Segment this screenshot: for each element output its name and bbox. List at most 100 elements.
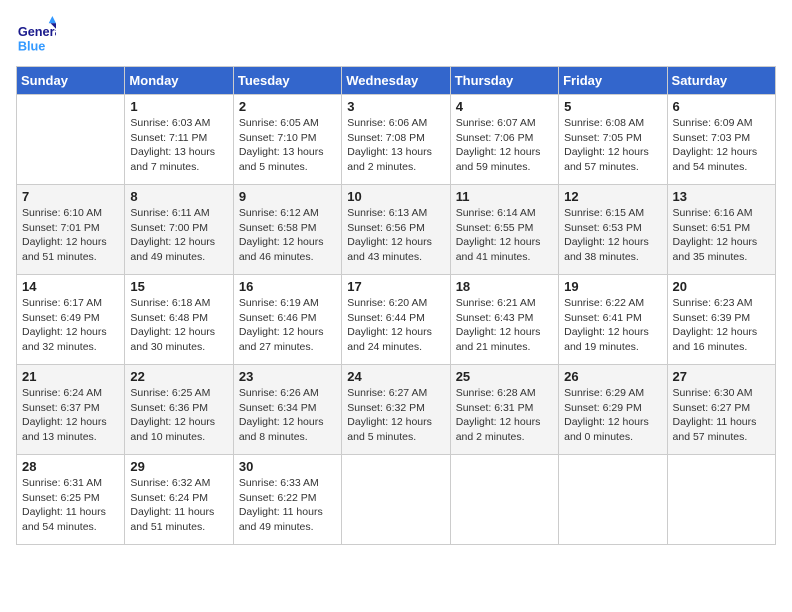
day-number: 7 (22, 189, 119, 204)
day-info: Sunrise: 6:29 AM Sunset: 6:29 PM Dayligh… (564, 386, 661, 445)
day-number: 14 (22, 279, 119, 294)
day-number: 30 (239, 459, 336, 474)
day-info: Sunrise: 6:15 AM Sunset: 6:53 PM Dayligh… (564, 206, 661, 265)
calendar-day-cell (342, 455, 450, 545)
calendar-day-cell: 24 Sunrise: 6:27 AM Sunset: 6:32 PM Dayli… (342, 365, 450, 455)
calendar-day-cell: 7Sunrise: 6:10 AM Sunset: 7:01 PM Daylig… (17, 185, 125, 275)
calendar-week-row: 21Sunrise: 6:24 AM Sunset: 6:37 PM Dayli… (17, 365, 776, 455)
calendar-day-cell: 18Sunrise: 6:21 AM Sunset: 6:43 PM Dayli… (450, 275, 558, 365)
day-number: 6 (673, 99, 770, 114)
calendar-week-row: 1 Sunrise: 6:03 AM Sunset: 7:11 PM Daylig… (17, 95, 776, 185)
svg-text:Blue: Blue (18, 39, 46, 54)
calendar-header-sunday: Sunday (17, 67, 125, 95)
day-number: 19 (564, 279, 661, 294)
day-info: Sunrise: 6:25 AM Sunset: 6:36 PM Dayligh… (130, 386, 227, 445)
calendar-day-cell: 28 Sunrise: 6:31 AM Sunset: 6:25 PM Dayli… (17, 455, 125, 545)
day-number: 29 (130, 459, 227, 474)
day-number: 3 (347, 99, 444, 114)
calendar-day-cell: 9Sunrise: 6:12 AM Sunset: 6:58 PM Daylig… (233, 185, 341, 275)
day-number: 16 (239, 279, 336, 294)
day-info: Sunrise: 6:07 AM Sunset: 7:06 PM Dayligh… (456, 116, 553, 175)
logo: General Blue (16, 16, 60, 56)
calendar-day-cell: 17 Sunrise: 6:20 AM Sunset: 6:44 PM Dayli… (342, 275, 450, 365)
day-number: 21 (22, 369, 119, 384)
calendar-day-cell: 14Sunrise: 6:17 AM Sunset: 6:49 PM Dayli… (17, 275, 125, 365)
calendar-day-cell: 26 Sunrise: 6:29 AM Sunset: 6:29 PM Dayli… (559, 365, 667, 455)
calendar-header-friday: Friday (559, 67, 667, 95)
calendar-day-cell: 27Sunrise: 6:30 AM Sunset: 6:27 PM Dayli… (667, 365, 775, 455)
day-info: Sunrise: 6:19 AM Sunset: 6:46 PM Dayligh… (239, 296, 336, 355)
calendar-day-cell: 25 Sunrise: 6:28 AM Sunset: 6:31 PM Dayli… (450, 365, 558, 455)
day-info: Sunrise: 6:09 AM Sunset: 7:03 PM Dayligh… (673, 116, 770, 175)
day-number: 23 (239, 369, 336, 384)
day-number: 8 (130, 189, 227, 204)
calendar-day-cell (667, 455, 775, 545)
day-number: 13 (673, 189, 770, 204)
day-number: 28 (22, 459, 119, 474)
day-info: Sunrise: 6:27 AM Sunset: 6:32 PM Dayligh… (347, 386, 444, 445)
day-number: 4 (456, 99, 553, 114)
calendar-day-cell: 5 Sunrise: 6:08 AM Sunset: 7:05 PM Daylig… (559, 95, 667, 185)
day-number: 11 (456, 189, 553, 204)
day-number: 1 (130, 99, 227, 114)
calendar-header-saturday: Saturday (667, 67, 775, 95)
calendar-day-cell: 10 Sunrise: 6:13 AM Sunset: 6:56 PM Dayli… (342, 185, 450, 275)
day-number: 17 (347, 279, 444, 294)
day-info: Sunrise: 6:28 AM Sunset: 6:31 PM Dayligh… (456, 386, 553, 445)
calendar-day-cell (559, 455, 667, 545)
day-info: Sunrise: 6:20 AM Sunset: 6:44 PM Dayligh… (347, 296, 444, 355)
day-number: 12 (564, 189, 661, 204)
calendar-day-cell: 12 Sunrise: 6:15 AM Sunset: 6:53 PM Dayli… (559, 185, 667, 275)
calendar-header-monday: Monday (125, 67, 233, 95)
day-info: Sunrise: 6:06 AM Sunset: 7:08 PM Dayligh… (347, 116, 444, 175)
calendar-day-cell: 16 Sunrise: 6:19 AM Sunset: 6:46 PM Dayli… (233, 275, 341, 365)
day-info: Sunrise: 6:16 AM Sunset: 6:51 PM Dayligh… (673, 206, 770, 265)
calendar-day-cell: 20 Sunrise: 6:23 AM Sunset: 6:39 PM Dayli… (667, 275, 775, 365)
calendar-header-tuesday: Tuesday (233, 67, 341, 95)
day-info: Sunrise: 6:11 AM Sunset: 7:00 PM Dayligh… (130, 206, 227, 265)
day-info: Sunrise: 6:13 AM Sunset: 6:56 PM Dayligh… (347, 206, 444, 265)
calendar-week-row: 28 Sunrise: 6:31 AM Sunset: 6:25 PM Dayli… (17, 455, 776, 545)
calendar-day-cell: 19 Sunrise: 6:22 AM Sunset: 6:41 PM Dayli… (559, 275, 667, 365)
calendar-day-cell: 2 Sunrise: 6:05 AM Sunset: 7:10 PM Daylig… (233, 95, 341, 185)
svg-text:General: General (18, 24, 56, 39)
day-info: Sunrise: 6:32 AM Sunset: 6:24 PM Dayligh… (130, 476, 227, 535)
day-number: 20 (673, 279, 770, 294)
day-number: 27 (673, 369, 770, 384)
day-number: 26 (564, 369, 661, 384)
calendar-day-cell: 8 Sunrise: 6:11 AM Sunset: 7:00 PM Daylig… (125, 185, 233, 275)
day-info: Sunrise: 6:31 AM Sunset: 6:25 PM Dayligh… (22, 476, 119, 535)
day-number: 25 (456, 369, 553, 384)
calendar-day-cell: 13 Sunrise: 6:16 AM Sunset: 6:51 PM Dayli… (667, 185, 775, 275)
day-info: Sunrise: 6:05 AM Sunset: 7:10 PM Dayligh… (239, 116, 336, 175)
calendar-day-cell: 30 Sunrise: 6:33 AM Sunset: 6:22 PM Dayli… (233, 455, 341, 545)
page-header: General Blue (16, 16, 776, 56)
calendar-day-cell: 4 Sunrise: 6:07 AM Sunset: 7:06 PM Daylig… (450, 95, 558, 185)
calendar-day-cell: 3 Sunrise: 6:06 AM Sunset: 7:08 PM Daylig… (342, 95, 450, 185)
day-info: Sunrise: 6:03 AM Sunset: 7:11 PM Dayligh… (130, 116, 227, 175)
calendar-week-row: 14Sunrise: 6:17 AM Sunset: 6:49 PM Dayli… (17, 275, 776, 365)
calendar-day-cell (450, 455, 558, 545)
calendar-header-row: SundayMondayTuesdayWednesdayThursdayFrid… (17, 67, 776, 95)
day-info: Sunrise: 6:08 AM Sunset: 7:05 PM Dayligh… (564, 116, 661, 175)
calendar-day-cell (17, 95, 125, 185)
day-info: Sunrise: 6:22 AM Sunset: 6:41 PM Dayligh… (564, 296, 661, 355)
day-number: 18 (456, 279, 553, 294)
calendar-day-cell: 1 Sunrise: 6:03 AM Sunset: 7:11 PM Daylig… (125, 95, 233, 185)
calendar-day-cell: 21Sunrise: 6:24 AM Sunset: 6:37 PM Dayli… (17, 365, 125, 455)
day-info: Sunrise: 6:33 AM Sunset: 6:22 PM Dayligh… (239, 476, 336, 535)
day-number: 24 (347, 369, 444, 384)
day-number: 10 (347, 189, 444, 204)
day-info: Sunrise: 6:18 AM Sunset: 6:48 PM Dayligh… (130, 296, 227, 355)
day-number: 9 (239, 189, 336, 204)
calendar-day-cell: 11 Sunrise: 6:14 AM Sunset: 6:55 PM Dayli… (450, 185, 558, 275)
calendar-day-cell: 29 Sunrise: 6:32 AM Sunset: 6:24 PM Dayli… (125, 455, 233, 545)
calendar-header-wednesday: Wednesday (342, 67, 450, 95)
day-info: Sunrise: 6:23 AM Sunset: 6:39 PM Dayligh… (673, 296, 770, 355)
day-number: 5 (564, 99, 661, 114)
day-number: 15 (130, 279, 227, 294)
day-number: 2 (239, 99, 336, 114)
calendar-table: SundayMondayTuesdayWednesdayThursdayFrid… (16, 66, 776, 545)
calendar-day-cell: 23Sunrise: 6:26 AM Sunset: 6:34 PM Dayli… (233, 365, 341, 455)
day-info: Sunrise: 6:14 AM Sunset: 6:55 PM Dayligh… (456, 206, 553, 265)
